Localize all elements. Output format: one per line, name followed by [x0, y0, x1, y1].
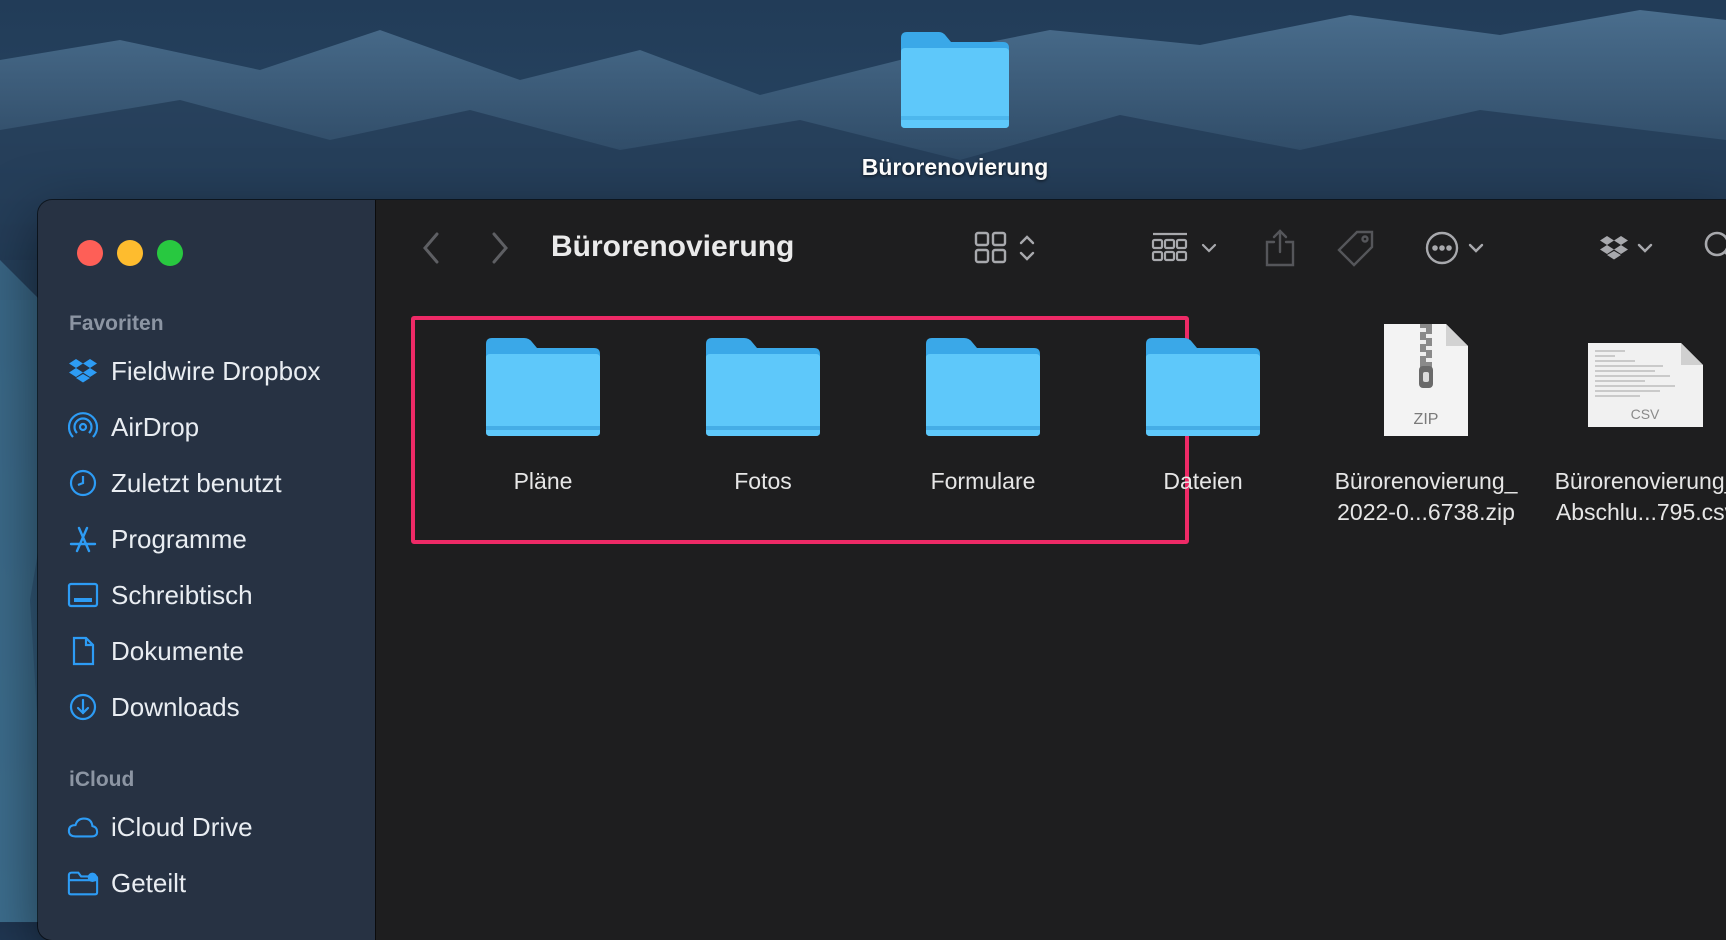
- back-button[interactable]: [420, 226, 442, 274]
- dropbox-icon: [67, 355, 99, 387]
- folder-item[interactable]: Dateien: [1103, 324, 1303, 497]
- share-button[interactable]: [1263, 226, 1297, 274]
- folder-icon: [663, 324, 863, 440]
- folder-name: Pläne: [513, 468, 573, 494]
- folder-name: Fotos: [734, 468, 792, 494]
- folder-item[interactable]: Formulare: [883, 324, 1083, 497]
- chevron-right-icon: [489, 230, 511, 271]
- sidebar: Favoriten Fieldwire Dropbox AirDrop Zule…: [38, 200, 376, 940]
- folder-name: Formulare: [930, 468, 1036, 494]
- tag-icon: [1336, 228, 1376, 273]
- cloud-icon: [67, 811, 99, 843]
- folder-icon: [443, 324, 643, 440]
- sidebar-section-favorites: Favoriten: [69, 312, 164, 335]
- clock-icon: [67, 467, 99, 499]
- sidebar-item-label: Programme: [111, 523, 247, 554]
- file-item-csv[interactable]: CSV Bürorenovierung_ Abschlu...795.csv: [1543, 324, 1726, 528]
- search-icon: [1703, 230, 1726, 271]
- group-button[interactable]: [1151, 226, 1221, 274]
- sidebar-item-label: Geteilt: [111, 867, 187, 898]
- close-button[interactable]: [77, 240, 103, 266]
- apps-icon: [67, 523, 99, 555]
- folder-item[interactable]: Fotos: [663, 324, 863, 497]
- desktop-folder-label: Bürorenovierung: [861, 154, 1049, 180]
- document-icon: [67, 635, 99, 667]
- sidebar-item-fieldwire-dropbox[interactable]: Fieldwire Dropbox: [67, 351, 321, 391]
- file-name-line2: 2022-0...6738.zip: [1337, 499, 1515, 525]
- sidebar-item-label: Dokumente: [111, 635, 244, 666]
- file-name-line1: Bürorenovierung_: [1554, 468, 1726, 494]
- finder-content: Bürorenovierung Pläne Fotos Formulare Da…: [376, 200, 1726, 940]
- view-mode-button[interactable]: [974, 226, 1044, 274]
- sidebar-item-label: iCloud Drive: [111, 811, 253, 842]
- grid-view-icon: [974, 230, 1044, 271]
- forward-button[interactable]: [489, 226, 511, 274]
- desktop-icon: [67, 579, 99, 611]
- finder-window: Favoriten Fieldwire Dropbox AirDrop Zule…: [38, 200, 1726, 940]
- sidebar-item-applications[interactable]: Programme: [67, 519, 247, 559]
- folder-icon: [895, 28, 1015, 132]
- zip-badge: ZIP: [1414, 411, 1439, 428]
- sidebar-item-desktop[interactable]: Schreibtisch: [67, 575, 253, 615]
- shared-folder-icon: [67, 867, 99, 899]
- download-icon: [67, 691, 99, 723]
- airdrop-icon: [67, 411, 99, 443]
- sidebar-item-downloads[interactable]: Downloads: [67, 687, 240, 727]
- window-controls: [77, 240, 183, 266]
- sidebar-item-documents[interactable]: Dokumente: [67, 631, 244, 671]
- more-icon: [1425, 230, 1489, 271]
- sidebar-item-label: Fieldwire Dropbox: [111, 355, 321, 386]
- sidebar-item-recents[interactable]: Zuletzt benutzt: [67, 463, 282, 503]
- file-name: Bürorenovierung_ Abschlu...795.csv: [1543, 466, 1726, 528]
- group-icon: [1151, 230, 1221, 271]
- toolbar: Bürorenovierung: [376, 200, 1726, 300]
- folder-name: Dateien: [1163, 468, 1243, 494]
- folder-icon: [1103, 324, 1303, 440]
- sidebar-item-label: Schreibtisch: [111, 579, 253, 610]
- chevron-left-icon: [420, 230, 442, 271]
- window-title: Bürorenovierung: [551, 230, 795, 263]
- sidebar-item-airdrop[interactable]: AirDrop: [67, 407, 199, 447]
- dropbox-icon: [1599, 230, 1661, 271]
- tag-button[interactable]: [1336, 226, 1376, 274]
- sidebar-item-shared[interactable]: Geteilt: [67, 863, 186, 903]
- share-icon: [1263, 228, 1297, 273]
- csv-badge: CSV: [1631, 406, 1660, 422]
- sidebar-item-label: Zuletzt benutzt: [111, 467, 282, 498]
- dropbox-menu-button[interactable]: [1599, 226, 1661, 274]
- sidebar-item-label: AirDrop: [111, 411, 200, 442]
- sidebar-section-icloud: iCloud: [69, 768, 135, 791]
- file-name-line2: Abschlu...795.csv: [1555, 499, 1726, 525]
- search-button[interactable]: [1703, 226, 1726, 274]
- minimize-button[interactable]: [117, 240, 143, 266]
- sidebar-item-icloud-drive[interactable]: iCloud Drive: [67, 807, 253, 847]
- folder-icon: [883, 324, 1083, 440]
- sidebar-item-label: Downloads: [111, 691, 240, 722]
- file-name-line1: Bürorenovierung_: [1334, 468, 1518, 494]
- zoom-button[interactable]: [157, 240, 183, 266]
- file-item-zip[interactable]: ZIP Bürorenovierung_ 2022-0...6738.zip: [1323, 324, 1529, 528]
- folder-item[interactable]: Pläne: [443, 324, 643, 497]
- zip-file-icon: ZIP: [1323, 324, 1529, 440]
- desktop-folder[interactable]: Bürorenovierung: [850, 28, 1060, 181]
- file-name: Bürorenovierung_ 2022-0...6738.zip: [1323, 466, 1529, 528]
- action-button[interactable]: [1425, 226, 1489, 274]
- csv-file-icon: CSV: [1543, 324, 1726, 440]
